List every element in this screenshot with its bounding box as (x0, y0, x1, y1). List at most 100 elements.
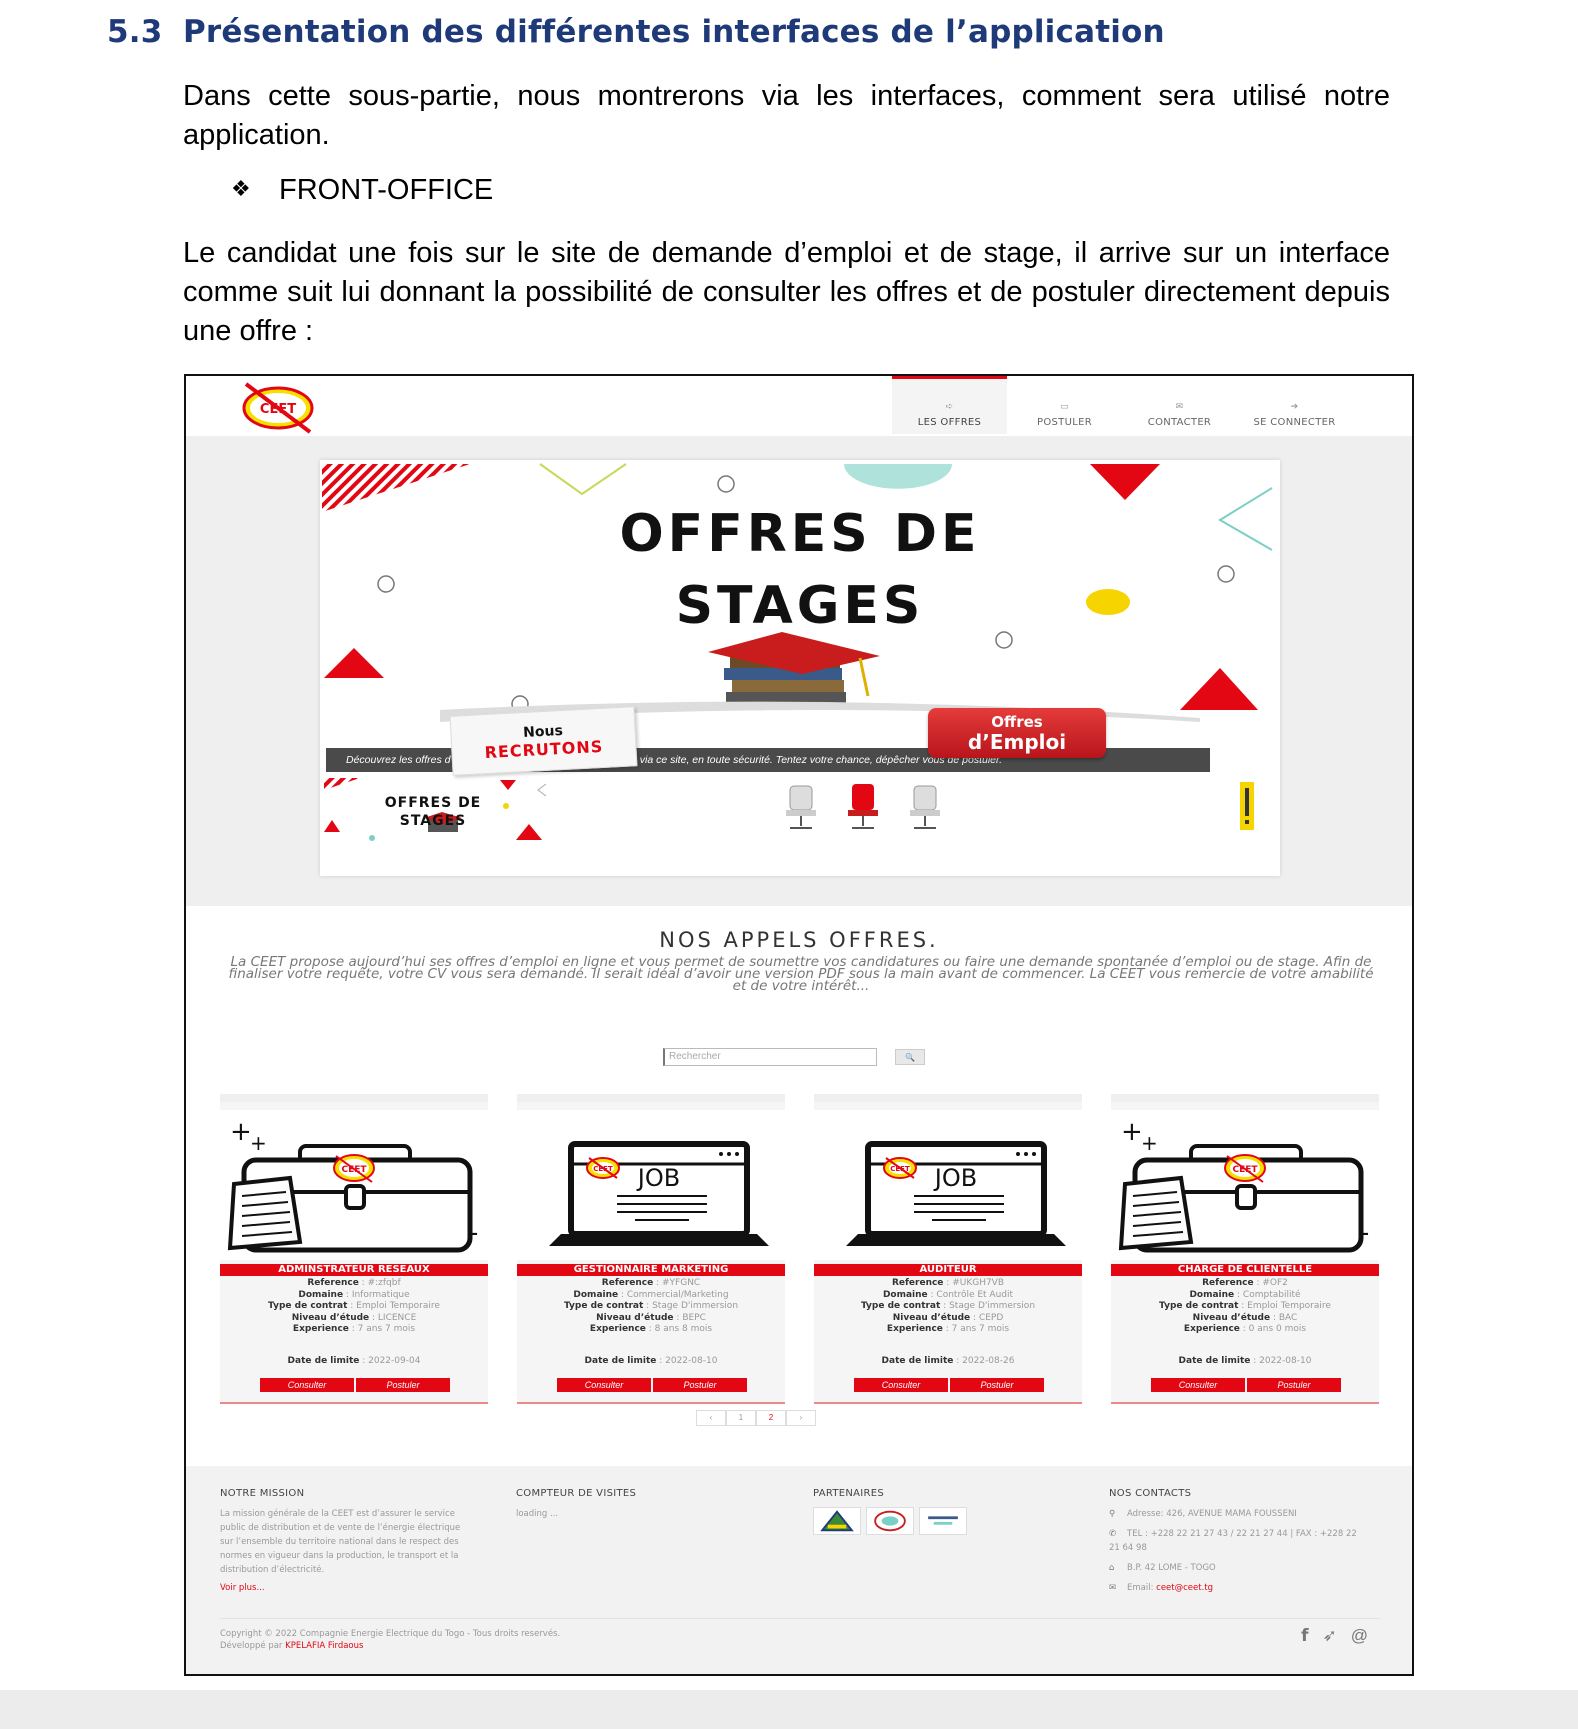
contact-address: ⚲ Adresse: 426, AVENUE MAMA FOUSSENI (1109, 1509, 1297, 1519)
partner-logo-1[interactable] (813, 1507, 861, 1535)
offer-card: JOB CEET AUDITEUR Reference : #UKGH7VB D… (814, 1094, 1082, 1404)
copyright-text: Copyright © 2022 Compagnie Energie Elect… (220, 1629, 561, 1651)
navbar: CEET ➪ LES OFFRES ▭ POSTULER ✉ CONTACTER ➔ S… (186, 376, 1412, 436)
consulter-button[interactable]: Consulter (557, 1378, 651, 1392)
phone-icon: ✆ (1109, 1529, 1117, 1539)
offer-title: AUDITEUR (814, 1264, 1082, 1276)
offer-details: Reference : #YFGNC Domaine : Commercial/… (563, 1278, 739, 1334)
footer-divider (220, 1618, 1380, 1619)
footer-mission-text: La mission générale de la CEET est d’ass… (220, 1509, 461, 1575)
office-chairs-icon (786, 784, 940, 829)
offer-deadline: Date de limite : 2022-08-10 (1178, 1356, 1312, 1366)
search-input[interactable]: Rechercher (663, 1048, 877, 1066)
login-icon: ➔ (1290, 402, 1299, 412)
offer-card: JOB CEET GESTIONNAIRE MARKETING Referenc… (517, 1094, 785, 1404)
consulter-button[interactable]: Consulter (854, 1378, 948, 1392)
footer-partners: PARTENAIRES (813, 1488, 1083, 1535)
voir-plus-link[interactable]: Voir plus... (220, 1583, 470, 1593)
svg-text:+: + (250, 1131, 267, 1155)
ceet-logo[interactable]: CEET (240, 382, 316, 434)
svg-text:+: + (230, 1117, 252, 1147)
offer-details: Reference : #:zfqbf Domaine : Informatiq… (268, 1278, 440, 1334)
contact-bp: ⌂ B.P. 42 LOME - TOGO (1109, 1563, 1216, 1573)
footer-counter-value: loading ... (516, 1509, 559, 1519)
postuler-button[interactable]: Postuler (356, 1378, 450, 1392)
logo-text: CEET (260, 402, 296, 417)
tile-offres-de-stages: OFFRES DE STAGES (384, 795, 482, 829)
contact-phone: ✆ TEL : +228 22 21 27 43 / 22 21 27 44 | … (1109, 1529, 1357, 1553)
inbox-icon: ⌂ (1109, 1563, 1115, 1573)
footer-counter-title: COMPTEUR DE VISITES (516, 1488, 637, 1499)
developer-link[interactable]: KPELAFIA Firdaous (285, 1641, 363, 1651)
offer-title: ADMINSTRATEUR RESEAUX (220, 1264, 488, 1276)
contact-email: ✉ Email: ceet@ceet.tg (1109, 1583, 1214, 1593)
laptop-job-icon: JOB CEET (814, 1110, 1082, 1260)
footer-counter: COMPTEUR DE VISITES loading ... (516, 1488, 786, 1521)
social-links: f ➶ @ (1301, 1626, 1368, 1646)
postuler-button[interactable]: Postuler (1247, 1378, 1341, 1392)
svg-text:JOB: JOB (636, 1164, 680, 1192)
description-paragraph: Le candidat une fois sur le site de dema… (183, 237, 1390, 347)
bullet-item: ❖ FRONT-OFFICE (231, 174, 493, 207)
svg-text:CEET: CEET (1232, 1165, 1258, 1175)
card-bottom-border (220, 1402, 488, 1404)
postuler-button[interactable]: Postuler (950, 1378, 1044, 1392)
offer-card: + + + + CEET ADMINSTRATEUR RESEAUX Refer… (220, 1094, 488, 1404)
tile-offres-emploi: Offres d’Emploi (928, 708, 1106, 758)
page-bottom-bar (0, 1690, 1578, 1729)
svg-text:CEET: CEET (593, 1165, 613, 1173)
nav-postuler[interactable]: ▭ POSTULER (1007, 376, 1122, 434)
partner-logo-2[interactable] (866, 1507, 914, 1535)
pagination: ‹ 1 2 › (696, 1410, 816, 1426)
footer-mission: NOTRE MISSION La mission générale de la … (220, 1488, 470, 1593)
offer-card: + + + + CEET CHARGE DE CLIENTELLE Refere… (1111, 1094, 1379, 1404)
offers-section-description: La CEET propose aujourd’hui ses offres d… (228, 954, 1374, 994)
banner-title-line1: OFFRES DE (619, 504, 981, 564)
twitter-icon[interactable]: ➶ (1322, 1626, 1336, 1646)
section-heading: 5.3 Présentation des différentes interfac… (107, 14, 1165, 50)
mail-icon: ✉ (1175, 402, 1184, 412)
svg-text:JOB: JOB (933, 1164, 977, 1192)
at-icon[interactable]: @ (1351, 1626, 1368, 1646)
footer-contacts: NOS CONTACTS ⚲ Adresse: 426, AVENUE MAMA … (1109, 1488, 1359, 1601)
svg-text:+: + (1121, 1117, 1143, 1147)
nav-se-connecter[interactable]: ➔ SE CONNECTER (1237, 376, 1352, 434)
diamond-bullet-icon: ❖ (231, 176, 251, 201)
card-bottom-border (814, 1402, 1082, 1404)
pager-page-2[interactable]: 2 (756, 1410, 786, 1426)
section-number: 5.3 (107, 14, 163, 50)
offer-title: CHARGE DE CLIENTELLE (1111, 1264, 1379, 1276)
postuler-button[interactable]: Postuler (653, 1378, 747, 1392)
card-bottom-border (1111, 1402, 1379, 1404)
footer-contacts-title: NOS CONTACTS (1109, 1488, 1192, 1499)
offer-details: Reference : #OF2 Domaine : Comptabilité … (1159, 1278, 1331, 1334)
consulter-button[interactable]: Consulter (260, 1378, 354, 1392)
svg-text:+: + (1141, 1131, 1158, 1155)
offer-deadline: Date de limite : 2022-08-26 (881, 1356, 1015, 1366)
footer-partners-title: PARTENAIRES (813, 1488, 885, 1499)
offers-section-title: NOS APPELS OFFRES. (659, 928, 939, 952)
pager-prev[interactable]: ‹ (696, 1410, 726, 1426)
pager-next[interactable]: › (786, 1410, 816, 1426)
nav-les-offres[interactable]: ➪ LES OFFRES (892, 376, 1007, 434)
footer-mission-title: NOTRE MISSION (220, 1488, 305, 1499)
hero-banner: OFFRES DE STAGES Découvrez les offres d’… (320, 460, 1280, 876)
intro-paragraph: Dans cette sous-partie, nous montrerons … (183, 80, 1390, 151)
facebook-icon[interactable]: f (1301, 1626, 1308, 1646)
megaphone-icon: ➪ (945, 402, 954, 412)
email-link[interactable]: ceet@ceet.tg (1156, 1583, 1213, 1593)
offer-title: GESTIONNAIRE MARKETING (517, 1264, 785, 1276)
search-button[interactable]: 🔍 (895, 1049, 925, 1065)
pager-page-1[interactable]: 1 (726, 1410, 756, 1426)
briefcase-icon: + + + + CEET (220, 1110, 488, 1260)
section-title: Présentation des différentes interfaces … (183, 14, 1165, 50)
graduation-books-icon (708, 632, 880, 704)
svg-text:CEET: CEET (341, 1165, 367, 1175)
consulter-button[interactable]: Consulter (1151, 1378, 1245, 1392)
briefcase-icon: + + + + CEET (1111, 1110, 1379, 1260)
site-footer: NOTRE MISSION La mission générale de la … (186, 1466, 1412, 1674)
nav-contacter[interactable]: ✉ CONTACTER (1122, 376, 1237, 434)
partner-logo-3[interactable] (919, 1507, 967, 1535)
search-icon: 🔍 (905, 1053, 915, 1062)
laptop-job-icon: JOB CEET (517, 1110, 785, 1260)
